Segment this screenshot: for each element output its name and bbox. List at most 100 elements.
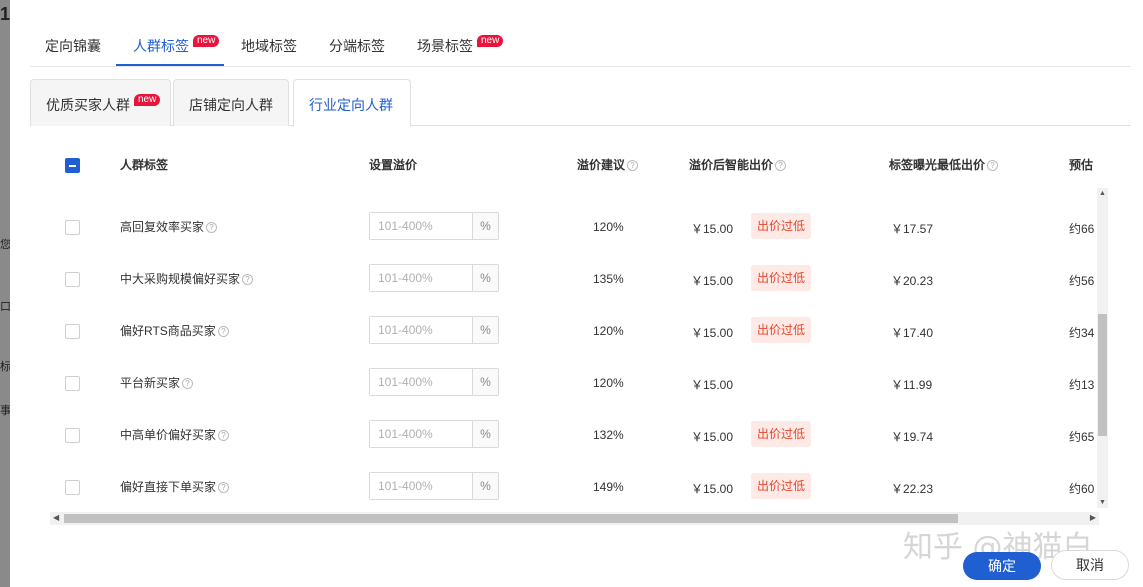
min-exposure-bid: ￥11.99 <box>891 376 932 393</box>
tab-targeting-tips[interactable]: 定向锦囊 <box>45 36 101 56</box>
subtab-industry-audience[interactable]: 行业定向人群 <box>293 79 411 127</box>
tab-label: 人群标签 <box>133 38 189 54</box>
premium-input-group: % <box>369 420 499 448</box>
new-badge: new <box>193 35 219 47</box>
audience-tag-name: 平台新买家? <box>120 374 193 391</box>
row-checkbox[interactable] <box>65 376 80 391</box>
min-exposure-bid: ￥20.23 <box>891 272 933 289</box>
backdrop-fragment: 您 <box>0 236 10 252</box>
column-header-tag: 人群标签 <box>120 156 168 173</box>
row-checkbox[interactable] <box>65 220 80 235</box>
row-checkbox[interactable] <box>65 428 80 443</box>
cancel-button[interactable]: 取消 <box>1051 550 1129 580</box>
premium-input[interactable] <box>370 317 472 343</box>
premium-input[interactable] <box>370 421 472 447</box>
column-header-estimate: 预估 <box>1069 156 1093 173</box>
help-icon[interactable]: ? <box>987 160 998 171</box>
subtab-shop-audience[interactable]: 店铺定向人群 <box>173 79 289 126</box>
column-header-min-bid: 标签曝光最低出价? <box>889 156 998 173</box>
premium-input-group: % <box>369 316 499 344</box>
column-header-suggestion: 溢价建议? <box>577 156 638 173</box>
premium-input[interactable] <box>370 213 472 239</box>
row-checkbox[interactable] <box>65 480 80 495</box>
help-icon[interactable]: ? <box>218 430 229 441</box>
help-icon[interactable]: ? <box>218 482 229 493</box>
premium-input[interactable] <box>370 369 472 395</box>
audience-tag-name: 中高单价偏好买家? <box>120 426 229 443</box>
table-row: 高回复效率买家?%120%￥15.00出价过低￥17.57约66 <box>50 200 1108 252</box>
premium-suggestion: 132% <box>593 428 624 442</box>
top-tab-bar: 定向锦囊 人群标签 new 地域标签 分端标签 场景标签 new <box>30 0 1131 67</box>
premium-suggestion: 120% <box>593 324 624 338</box>
targeting-dialog: 定向锦囊 人群标签 new 地域标签 分端标签 场景标签 new 优质买家人群new… <box>10 0 1143 587</box>
select-all-checkbox[interactable] <box>65 158 80 173</box>
smart-bid-value: ￥15.00 <box>691 220 733 237</box>
scroll-up-arrow-icon[interactable]: ▲ <box>1099 190 1106 197</box>
scrollbar-thumb[interactable] <box>1098 314 1107 436</box>
premium-input[interactable] <box>370 473 472 499</box>
bid-too-low-tag: 出价过低 <box>751 421 811 447</box>
help-icon[interactable]: ? <box>775 160 786 171</box>
min-exposure-bid: ￥22.23 <box>891 480 933 497</box>
new-badge: new <box>477 35 503 47</box>
tab-region-tags[interactable]: 地域标签 <box>241 36 297 56</box>
estimate-value: 约13 <box>1069 376 1094 393</box>
column-header-premium: 设置溢价 <box>369 156 417 173</box>
estimate-value: 约60 <box>1069 480 1094 497</box>
smart-bid-value: ￥15.00 <box>691 272 733 289</box>
table-row: 中高单价偏好买家?%132%￥15.00出价过低￥19.74约65 <box>50 408 1108 460</box>
tab-label: 定向锦囊 <box>45 38 101 54</box>
backdrop-fragment: 事 <box>0 402 10 418</box>
scroll-left-arrow-icon[interactable]: ◀ <box>53 513 59 522</box>
scroll-down-arrow-icon[interactable]: ▼ <box>1099 499 1106 506</box>
subtab-label: 优质买家人群 <box>46 97 130 113</box>
min-exposure-bid: ￥19.74 <box>891 428 933 445</box>
estimate-value: 约34 <box>1069 324 1094 341</box>
bid-too-low-tag: 出价过低 <box>751 317 811 343</box>
min-exposure-bid: ￥17.40 <box>891 324 933 341</box>
vertical-scrollbar[interactable]: ▲ ▼ <box>1097 188 1108 508</box>
estimate-value: 约56 <box>1069 272 1094 289</box>
smart-bid-value: ￥15.00 <box>691 324 733 341</box>
premium-input-group: % <box>369 368 499 396</box>
tab-audience-tags[interactable]: 人群标签 new <box>133 36 219 56</box>
premium-suggestion: 149% <box>593 480 624 494</box>
backdrop-fragment: 标 <box>0 358 10 374</box>
backdrop-fragment: 10 <box>0 4 10 25</box>
help-icon[interactable]: ? <box>627 160 638 171</box>
row-checkbox[interactable] <box>65 272 80 287</box>
percent-unit: % <box>472 317 498 343</box>
bid-too-low-tag: 出价过低 <box>751 213 811 239</box>
smart-bid-value: ￥15.00 <box>691 480 733 497</box>
audience-tag-name: 中大采购规模偏好买家? <box>120 270 253 287</box>
tab-device-tags[interactable]: 分端标签 <box>329 36 385 56</box>
audience-table: 人群标签 设置溢价 溢价建议? 溢价后智能出价? 标签曝光最低出价? 预估 高回… <box>50 138 1108 510</box>
tab-label: 场景标签 <box>417 38 473 54</box>
premium-input-group: % <box>369 212 499 240</box>
percent-unit: % <box>472 213 498 239</box>
subtab-quality-buyers[interactable]: 优质买家人群new <box>30 79 171 126</box>
table-header: 人群标签 设置溢价 溢价建议? 溢价后智能出价? 标签曝光最低出价? 预估 <box>50 138 1108 188</box>
subtab-label: 行业定向人群 <box>309 97 393 113</box>
tab-scene-tags[interactable]: 场景标签 new <box>417 36 503 56</box>
premium-suggestion: 135% <box>593 272 624 286</box>
table-row: 偏好RTS商品买家?%120%￥15.00出价过低￥17.40约34 <box>50 304 1108 356</box>
tab-label: 地域标签 <box>241 38 297 54</box>
help-icon[interactable]: ? <box>206 222 217 233</box>
help-icon[interactable]: ? <box>242 274 253 285</box>
percent-unit: % <box>472 473 498 499</box>
audience-tag-name: 高回复效率买家? <box>120 218 217 235</box>
premium-suggestion: 120% <box>593 220 624 234</box>
bid-too-low-tag: 出价过低 <box>751 265 811 291</box>
percent-unit: % <box>472 369 498 395</box>
help-icon[interactable]: ? <box>218 326 229 337</box>
confirm-button[interactable]: 确定 <box>963 552 1041 580</box>
premium-input[interactable] <box>370 265 472 291</box>
help-icon[interactable]: ? <box>182 378 193 389</box>
scroll-right-arrow-icon[interactable]: ▶ <box>1090 513 1096 522</box>
scrollbar-thumb[interactable] <box>64 514 958 523</box>
row-checkbox[interactable] <box>65 324 80 339</box>
estimate-value: 约65 <box>1069 428 1094 445</box>
tab-label: 分端标签 <box>329 38 385 54</box>
sub-tab-bar: 优质买家人群new 店铺定向人群 行业定向人群 <box>30 79 1131 126</box>
